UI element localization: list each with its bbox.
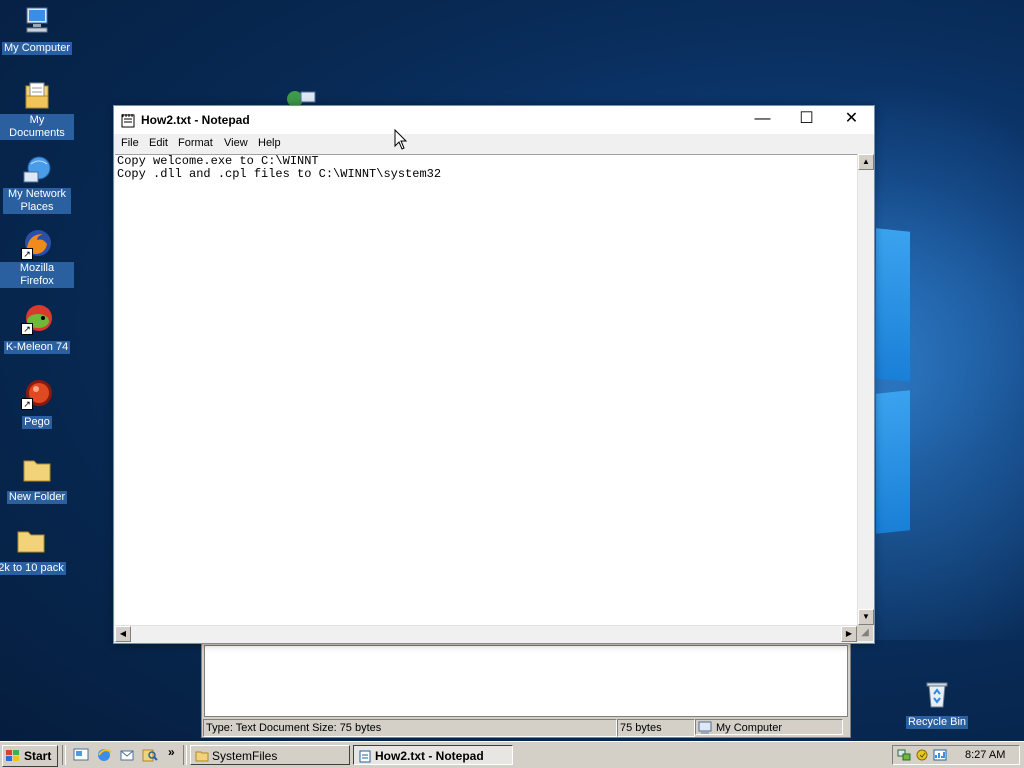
taskbar-button-label: SystemFiles — [212, 749, 278, 763]
mouse-cursor-icon — [394, 128, 408, 156]
desktop-icon-label: My Documents — [0, 114, 74, 140]
start-label: Start — [24, 749, 52, 763]
desktop-icon-my-network-places[interactable]: My Network Places — [0, 154, 74, 215]
network-tray-icon[interactable] — [897, 748, 911, 762]
desktop-icon-recycle-bin[interactable]: Recycle Bin — [900, 678, 974, 730]
desktop-icon-pego[interactable]: ↗ Pego — [0, 378, 74, 430]
show-desktop-icon[interactable] — [73, 747, 89, 763]
status-zone: My Computer — [695, 719, 843, 735]
menu-help[interactable]: Help — [258, 137, 281, 149]
desktop-icon-my-computer[interactable]: My Computer — [0, 4, 74, 56]
firefox-icon: ↗ — [21, 228, 53, 260]
menu-bar: File Edit Format View Help — [114, 134, 874, 154]
clock: 8:27 AM — [965, 749, 1006, 761]
resize-grip-icon[interactable]: ◢ — [857, 625, 873, 641]
notepad-icon — [121, 113, 135, 128]
recycle-bin-icon — [921, 678, 953, 710]
desktop-icon-my-documents[interactable]: My Documents — [0, 80, 74, 141]
scroll-right-button[interactable]: ▶ — [841, 626, 857, 642]
desktop-icon-label: Mozilla Firefox — [0, 262, 74, 288]
explorer-content[interactable] — [204, 645, 848, 717]
shortcut-arrow-icon: ↗ — [21, 398, 33, 410]
desktop-icon-label: My Network Places — [3, 188, 71, 214]
documents-icon — [21, 80, 53, 112]
folder-icon — [21, 453, 53, 485]
status-zone-label: My Computer — [716, 722, 783, 734]
notepad-window: How2.txt - Notepad — ☐ ✕ File Edit Forma… — [113, 105, 875, 644]
folder-icon — [195, 751, 209, 762]
search-icon[interactable] — [142, 747, 158, 763]
status-size: 75 bytes — [617, 719, 695, 737]
notepad-icon — [359, 750, 371, 763]
desktop: My Computer My Documents My Network Plac… — [0, 0, 1024, 768]
desktop-icon-label: New Folder — [6, 491, 68, 504]
network-icon — [21, 154, 53, 186]
window-title: How2.txt - Notepad — [141, 113, 250, 127]
taskbar-button-notepad[interactable]: How2.txt - Notepad — [353, 745, 513, 765]
desktop-icon-label: 2k to 10 pack — [0, 562, 66, 575]
vertical-scrollbar[interactable]: ▲ ▼ — [857, 154, 874, 625]
menu-format[interactable]: Format — [178, 137, 213, 149]
shortcut-arrow-icon: ↗ — [21, 323, 33, 335]
status-type-info: Type: Text Document Size: 75 bytes — [203, 719, 617, 737]
desktop-icon-label: My Computer — [1, 42, 73, 55]
taskbar-separator — [62, 745, 66, 765]
system-tray: 8:27 AM — [892, 745, 1020, 765]
internet-explorer-icon[interactable] — [96, 747, 112, 763]
explorer-window: Type: Text Document Size: 75 bytes 75 by… — [201, 640, 851, 738]
scroll-down-button[interactable]: ▼ — [858, 609, 874, 625]
start-button[interactable]: Start — [2, 745, 58, 767]
desktop-icon-new-folder[interactable]: New Folder — [0, 453, 74, 505]
scroll-left-button[interactable]: ◀ — [115, 626, 131, 642]
taskbar: Start » SystemFiles How2.txt - Notepad 8… — [0, 741, 1024, 768]
minimize-button[interactable]: — — [740, 106, 785, 134]
pego-icon: ↗ — [21, 378, 53, 410]
wallpaper-window-pane — [876, 390, 910, 534]
taskbar-button-label: How2.txt - Notepad — [375, 749, 484, 763]
close-button[interactable]: ✕ — [829, 106, 874, 134]
desktop-icon-mozilla-firefox[interactable]: ↗ Mozilla Firefox — [0, 228, 74, 289]
taskbar-button-systemfiles[interactable]: SystemFiles — [190, 745, 350, 765]
windows-logo-icon — [6, 750, 19, 761]
desktop-icon-label: K-Meleon 74 — [3, 341, 71, 354]
menu-view[interactable]: View — [224, 137, 248, 149]
explorer-status-bar: Type: Text Document Size: 75 bytes 75 by… — [202, 718, 850, 737]
shortcut-arrow-icon: ↗ — [21, 248, 33, 260]
desktop-icon-label: Pego — [22, 416, 52, 429]
quicklaunch-more-button[interactable]: » — [168, 745, 175, 759]
desktop-icon-k-meleon[interactable]: ↗ K-Meleon 74 — [0, 303, 74, 355]
text-line: Copy .dll and .cpl files to C:\WINNT\sys… — [117, 167, 442, 181]
outlook-express-icon[interactable] — [119, 747, 135, 763]
text-editor[interactable]: Copy welcome.exe to C:\WINNT Copy .dll a… — [115, 154, 857, 626]
maximize-button[interactable]: ☐ — [784, 106, 829, 134]
kmeleon-icon: ↗ — [21, 303, 53, 335]
desktop-icon-label: Recycle Bin — [905, 716, 969, 729]
horizontal-scrollbar[interactable]: ◀ ▶ — [115, 625, 857, 642]
menu-edit[interactable]: Edit — [149, 137, 168, 149]
computer-icon — [698, 721, 712, 734]
title-bar[interactable]: How2.txt - Notepad — ☐ ✕ — [114, 106, 874, 134]
scroll-up-button[interactable]: ▲ — [858, 154, 874, 170]
folder-icon — [15, 524, 47, 556]
taskbar-separator — [183, 745, 187, 765]
desktop-icon-2k-to-10-pack[interactable]: 2k to 10 pack — [0, 524, 68, 576]
menu-file[interactable]: File — [121, 137, 139, 149]
monitor-tray-icon[interactable] — [933, 748, 947, 762]
text-content: Copy welcome.exe to C:\WINNT Copy .dll a… — [115, 155, 441, 181]
computer-icon — [21, 4, 53, 36]
wallpaper-window-pane — [876, 228, 910, 382]
security-tray-icon[interactable] — [915, 748, 929, 762]
